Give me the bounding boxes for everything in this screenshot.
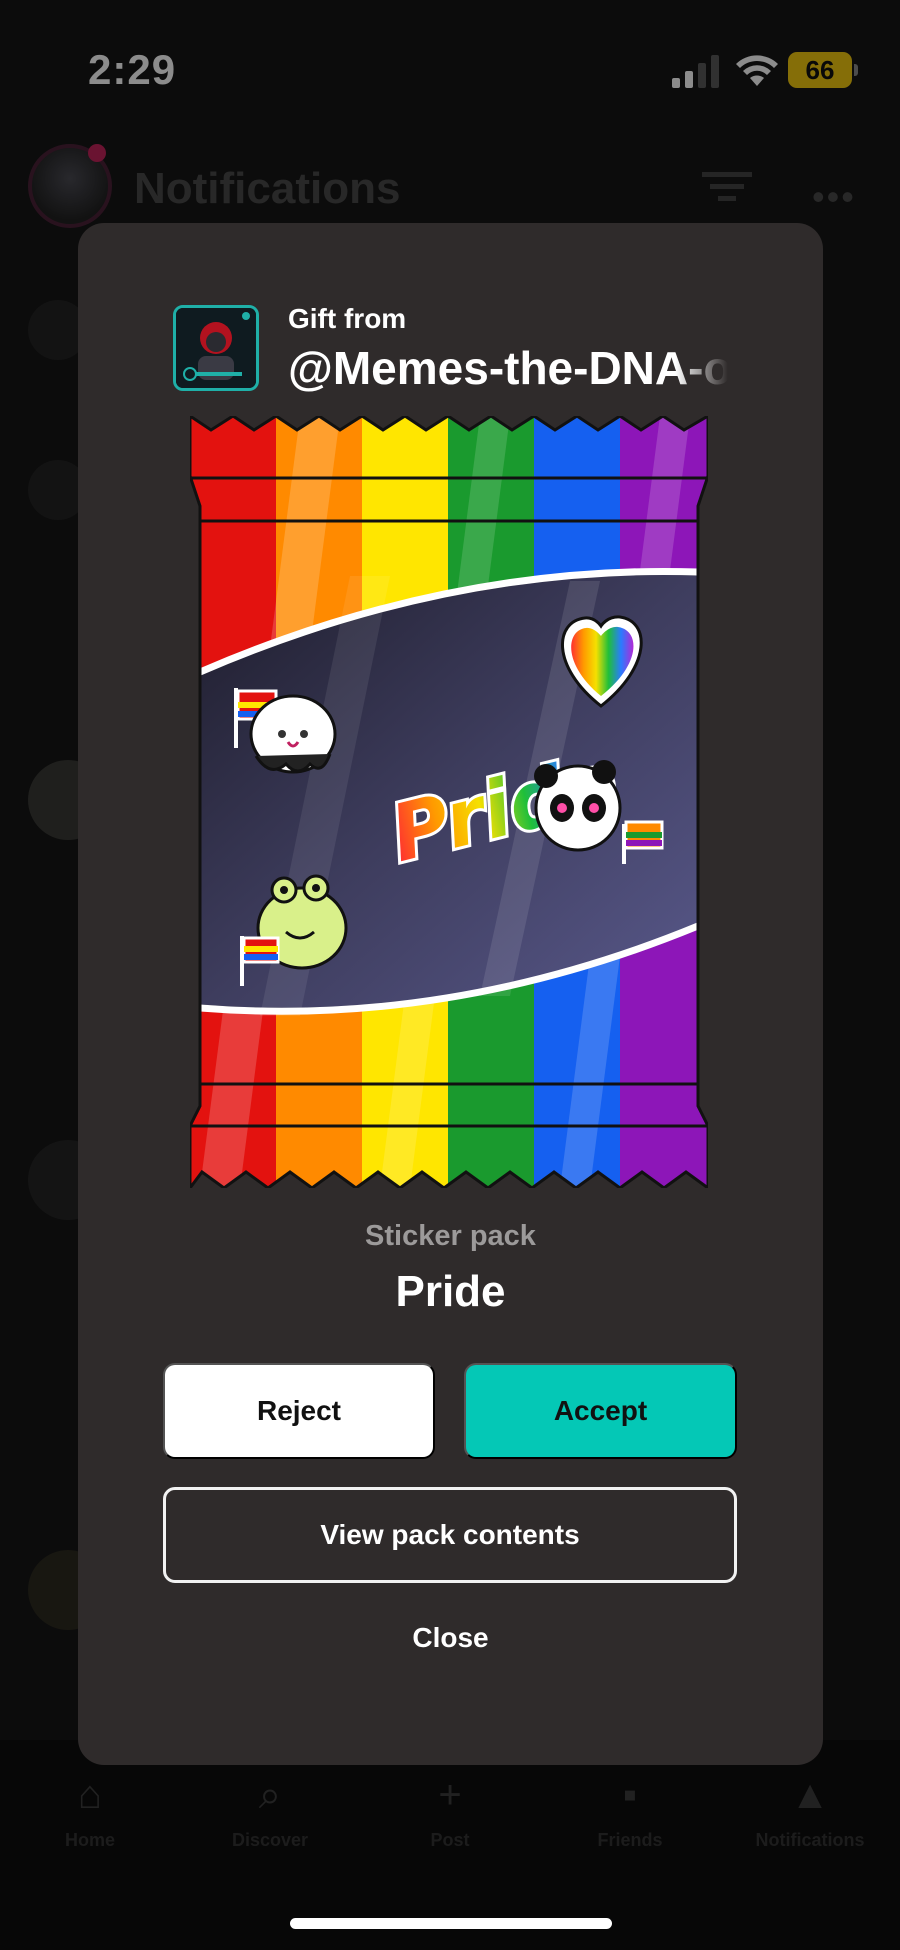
view-pack-contents-button[interactable]: View pack contents [163, 1487, 737, 1583]
pack-name: Pride [395, 1267, 506, 1316]
accept-button[interactable]: Accept [464, 1363, 737, 1459]
gift-modal: Gift from @Memes-the-DNA-of-the-soul [78, 223, 823, 1765]
gift-from-label: Gift from [288, 303, 407, 334]
close-button[interactable]: Close [328, 1598, 573, 1678]
sender-avatar [173, 305, 259, 391]
pack-type-label: Sticker pack [365, 1220, 536, 1252]
sender-username[interactable]: @Memes-the-DNA-of-the-soul [288, 341, 728, 395]
sticker-pack-image: Pride [190, 416, 708, 1188]
home-indicator[interactable] [290, 1918, 612, 1929]
sender-avatar-image [176, 308, 256, 388]
reject-button[interactable]: Reject [163, 1363, 435, 1459]
